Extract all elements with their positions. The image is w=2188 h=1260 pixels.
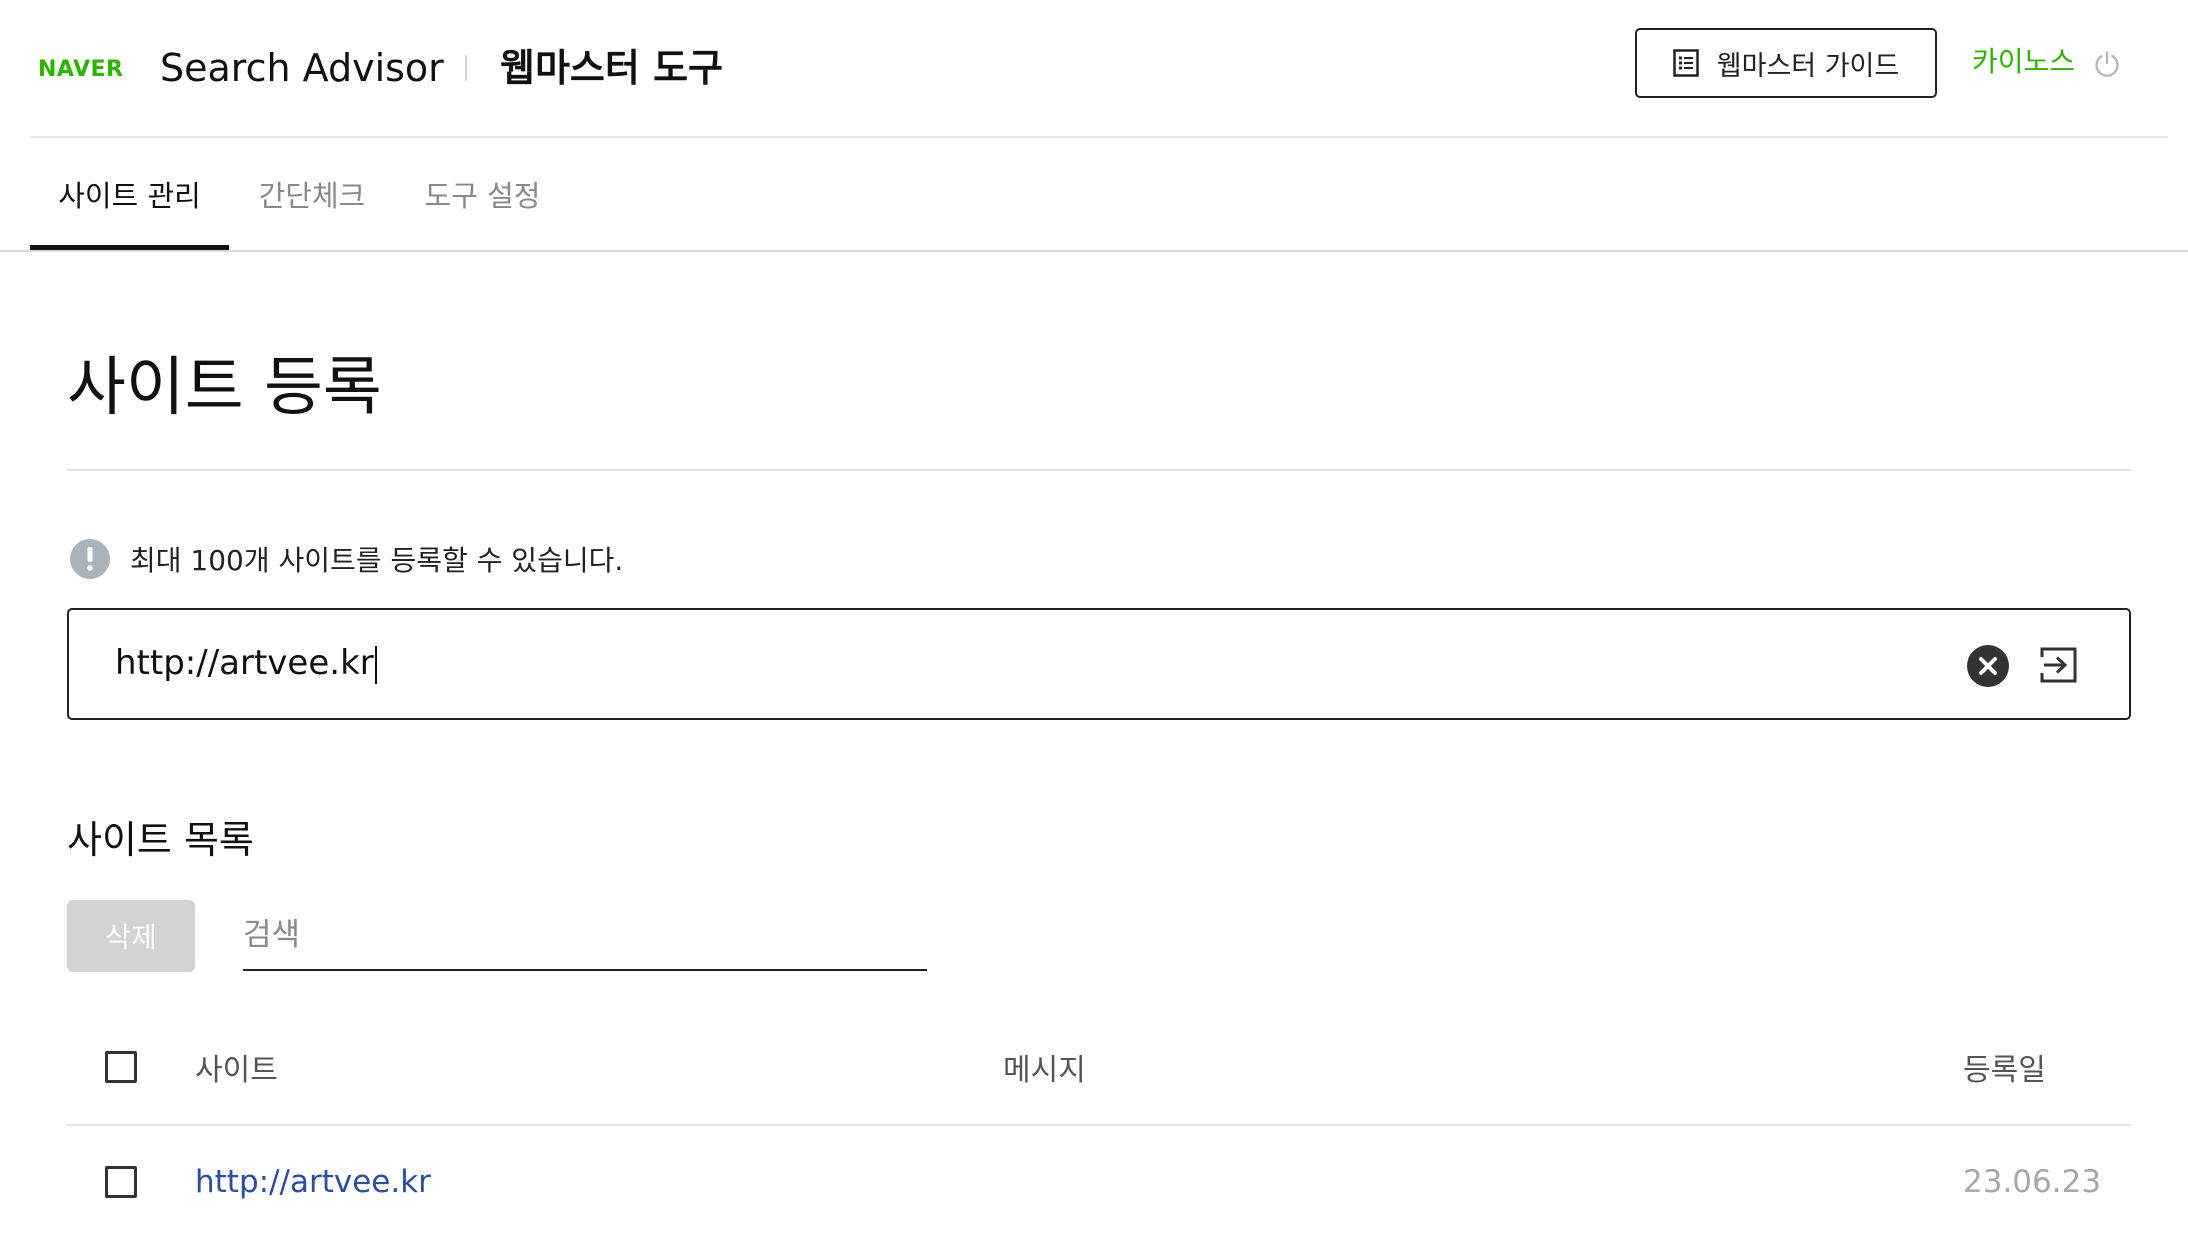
- page: NAVER Search Advisor 웹마스터 도구 웹마스터 가이드 카이…: [0, 0, 2188, 1260]
- heading-divider: [67, 469, 2131, 471]
- clear-icon[interactable]: [1966, 644, 2010, 688]
- naver-logo[interactable]: NAVER: [38, 52, 123, 88]
- tool-title: 웹마스터 도구: [500, 46, 723, 90]
- site-url-value: http://artvee.kr: [115, 643, 374, 683]
- table-row: http://artvee.kr 23.06.23: [67, 1126, 2131, 1238]
- row-checkbox[interactable]: [105, 1166, 137, 1198]
- text-caret: [374, 645, 377, 684]
- guide-button-label: 웹마스터 가이드: [1716, 50, 1900, 82]
- select-all-checkbox[interactable]: [105, 1051, 137, 1083]
- search-underline: [243, 969, 927, 971]
- submit-arrow-icon[interactable]: [2038, 644, 2080, 686]
- site-cell: http://artvee.kr: [195, 1126, 431, 1238]
- tab-quick-check[interactable]: 간단체크: [242, 138, 382, 250]
- page-title: 사이트 등록: [67, 351, 382, 425]
- app-title[interactable]: Search Advisor: [160, 40, 444, 96]
- column-header-message: 메시지: [1003, 1053, 1086, 1088]
- tab-bar: 사이트 관리 간단체크 도구 설정: [0, 138, 2188, 252]
- header: NAVER Search Advisor 웹마스터 도구 웹마스터 가이드 카이…: [0, 0, 2188, 138]
- search-input[interactable]: [243, 902, 927, 968]
- table-header: 사이트 메시지 등록일: [67, 1010, 2131, 1126]
- delete-button[interactable]: 삭제: [67, 900, 195, 972]
- column-header-date: 등록일: [1963, 1053, 2046, 1088]
- info-text: 최대 100개 사이트를 등록할 수 있습니다.: [130, 544, 624, 577]
- site-list-heading: 사이트 목록: [67, 818, 254, 862]
- webmaster-guide-button[interactable]: 웹마스터 가이드: [1635, 28, 1937, 98]
- title-divider: [465, 55, 467, 81]
- search-field: [243, 902, 927, 971]
- site-link[interactable]: http://artvee.kr: [195, 1164, 431, 1200]
- power-icon[interactable]: [2092, 49, 2122, 79]
- info-notice: 최대 100개 사이트를 등록할 수 있습니다.: [68, 537, 623, 581]
- tab-tool-settings[interactable]: 도구 설정: [410, 138, 555, 250]
- user-name[interactable]: 카이노스: [1972, 40, 2075, 84]
- site-table: 사이트 메시지 등록일 http://artvee.kr 23.06.23: [67, 1010, 2131, 1238]
- site-url-box: http://artvee.kr: [67, 608, 2131, 720]
- tab-site-management[interactable]: 사이트 관리: [30, 138, 229, 250]
- document-list-icon: [1673, 49, 1699, 77]
- site-url-input[interactable]: http://artvee.kr: [115, 634, 377, 692]
- info-icon: [70, 539, 110, 579]
- tab-bar-divider: [0, 250, 2188, 252]
- column-header-site: 사이트: [195, 1053, 278, 1088]
- date-cell: 23.06.23: [1963, 1164, 2102, 1200]
